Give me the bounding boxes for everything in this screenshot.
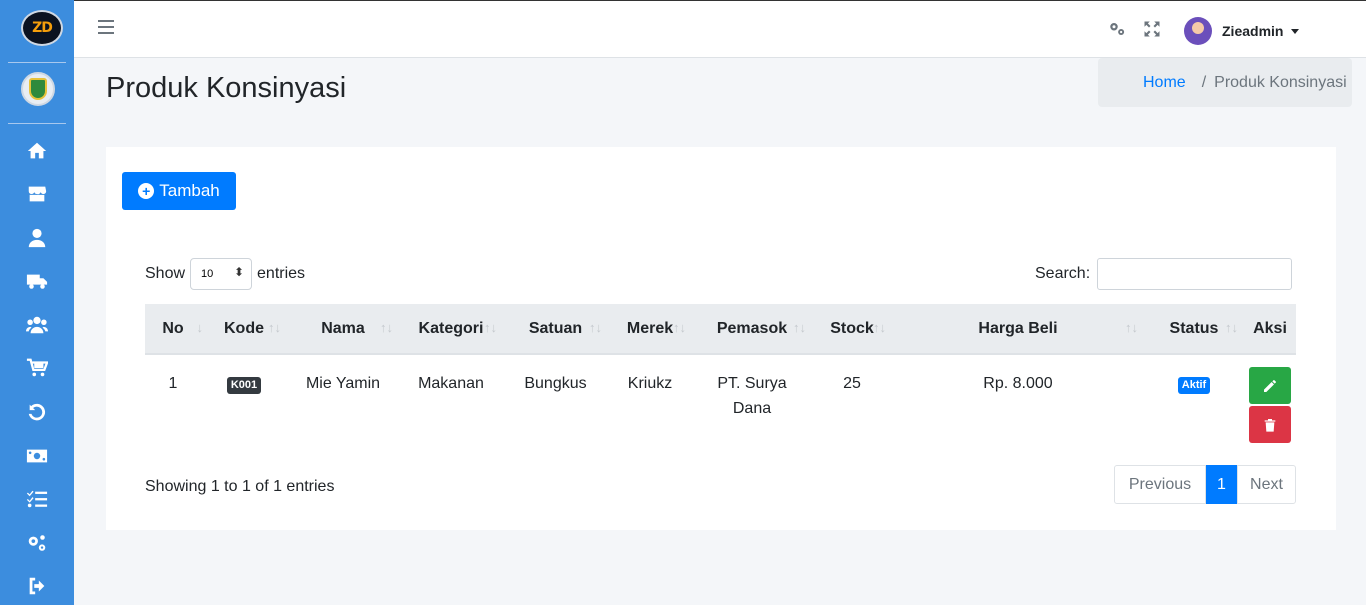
cell-status: Aktif [1144,354,1244,458]
pagination-page-1[interactable]: 1 [1206,465,1237,504]
chevron-down-icon [1291,28,1300,34]
cell-no: 1 [168,375,178,392]
cell-kode: K001 [201,354,287,458]
user-menu[interactable]: Zieadmin [1184,17,1300,45]
home-icon[interactable] [25,139,49,163]
sidebar-divider [8,62,66,63]
user-avatar [1184,17,1212,45]
page-title: Produk Konsinyasi [106,72,347,104]
menu-toggle-icon[interactable] [98,20,114,34]
cell-aksi [1244,354,1296,458]
table-header-row: No ↓ Kode ↑↓ Nama ↑↓ Kategori ↑↓ Satuan ↑↓ Me… [145,304,1296,355]
cell-satuan: Bungkus [524,375,587,392]
show-label: Show [145,265,186,282]
logout-icon[interactable] [25,574,49,598]
breadcrumb-separator: / [1201,73,1207,91]
content-card: + Tambah Show 10 entries Search: No↓ Kod… [106,147,1336,530]
plus-circle-icon: + [138,183,155,199]
brand-logo-text: ZD [32,20,53,36]
kode-badge: K001 [226,377,262,394]
add-button[interactable]: + Tambah [122,172,236,210]
pagination-next[interactable]: Next [1237,465,1296,504]
products-table: No ↓ Kode ↑↓ Nama ↑↓ Kategori ↑↓ Satuan ↑↓ Me… [145,304,1296,458]
column-header-nama[interactable]: Nama ↑↓ [287,304,399,355]
search-control: Search: [1035,258,1293,290]
column-header-status[interactable]: Status ↑↓ [1144,304,1244,355]
cell-harga-beli: Rp. 8.000 [983,375,1053,392]
page-length-select[interactable]: 10 [190,258,253,290]
pagination: Previous 1 Next [1114,465,1296,504]
breadcrumb: Home / Produk Konsinyasi [1098,58,1352,107]
sidebar: ZD [0,0,74,605]
sidebar-divider [8,123,66,124]
entries-label: entries [257,265,306,282]
cell-pemasok: PT. Surya Dana [717,375,787,417]
cell-nama: Mie Yamin [305,375,381,392]
store-icon[interactable] [25,182,49,206]
table-row: 1 K001 Mie Yamin Makanan Bungkus Kriukz … [145,354,1296,458]
settings-cogs-icon[interactable] [1108,20,1128,40]
topbar: Zieadmin [74,0,1366,58]
cell-stock: 25 [843,375,861,392]
cell-merek: Kriukz [627,375,673,392]
column-header-harga-beli[interactable]: Harga Beli ↑↓ [892,304,1144,355]
search-label: Search: [1035,265,1091,282]
column-header-pemasok[interactable]: Pemasok ↑↓ [692,304,812,355]
column-header-stock[interactable]: Stock ↑↓ [812,304,892,355]
column-header-aksi: Aksi [1244,304,1296,355]
truck-icon[interactable] [25,269,49,293]
pagination-previous[interactable]: Previous [1114,465,1206,504]
tasks-icon[interactable] [25,487,49,511]
money-icon[interactable] [25,444,49,468]
delete-button[interactable] [1249,406,1291,443]
breadcrumb-current: Produk Konsinyasi [1214,73,1347,91]
edit-button[interactable] [1249,367,1291,404]
brand-logo[interactable]: ZD [21,10,63,46]
fullscreen-icon[interactable] [1143,20,1163,40]
org-emblem-avatar[interactable] [21,72,55,106]
column-header-no[interactable]: No ↓ [145,304,203,355]
cell-kategori: Makanan [418,375,484,392]
add-button-label: Tambah [159,181,220,200]
undo-icon[interactable] [25,400,49,424]
page-length-control: Show 10 entries [145,258,305,290]
table-info: Showing 1 to 1 of 1 entries [145,478,335,495]
column-header-satuan[interactable]: Satuan ↑↓ [503,304,608,355]
column-header-kode[interactable]: Kode ↑↓ [201,304,287,355]
trash-icon [1264,418,1276,432]
breadcrumb-home-link[interactable]: Home [1143,74,1186,92]
users-icon[interactable] [25,313,49,337]
status-badge: Aktif [1177,377,1211,394]
cogs-icon[interactable] [25,531,49,555]
pencil-icon [1264,379,1276,392]
user-name: Zieadmin [1222,23,1284,39]
user-icon[interactable] [25,226,49,250]
column-header-kategori[interactable]: Kategori ↑↓ [399,304,503,355]
search-input[interactable] [1097,258,1293,290]
cart-icon[interactable] [25,356,49,380]
column-header-merek[interactable]: Merek ↑↓ [608,304,692,355]
